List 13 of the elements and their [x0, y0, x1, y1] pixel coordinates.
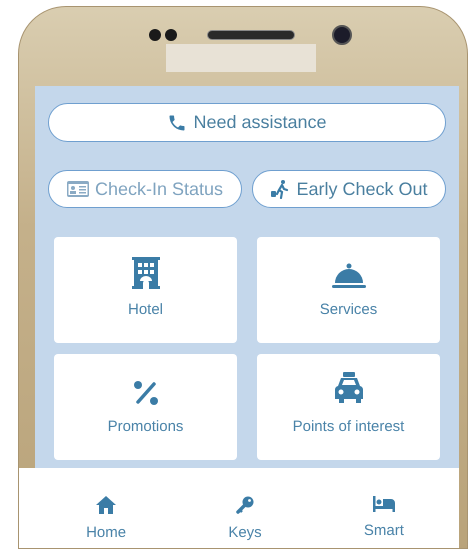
- tile-label: Hotel: [128, 300, 164, 320]
- nav-tab[interactable]: Keys: [228, 496, 262, 546]
- menu-tile[interactable]: Hotel: [54, 237, 237, 343]
- menu-tile[interactable]: Promotions: [54, 354, 237, 460]
- tile-label: Promotions: [108, 416, 184, 436]
- menu-tile[interactable]: Services: [257, 237, 440, 343]
- tile-label: Services: [320, 300, 378, 320]
- nav-tab[interactable]: Smart: [364, 496, 404, 546]
- assistance-button[interactable]: Need assistance: [48, 103, 446, 142]
- action-button[interactable]: Early Check Out: [252, 170, 446, 208]
- menu-tile[interactable]: Points of interest: [257, 354, 440, 460]
- tile-label: Points of interest: [292, 416, 404, 436]
- nav-tab[interactable]: Home: [86, 496, 126, 546]
